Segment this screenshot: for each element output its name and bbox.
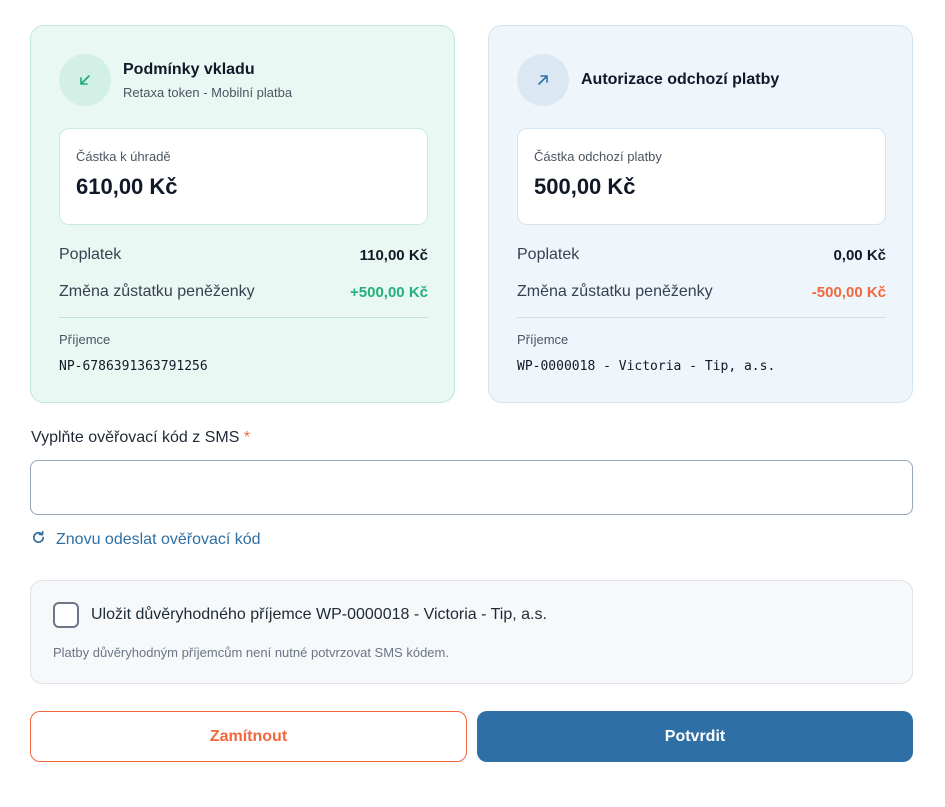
outgoing-recipient-value: WP-0000018 - Victoria - Tip, a.s. <box>517 359 776 374</box>
trusted-recipient-hint: Platby důvěryhodným příjemcům není nutné… <box>53 645 449 660</box>
outgoing-amount-label: Částka odchozí platby <box>534 149 662 164</box>
arrow-down-left-icon <box>59 54 111 106</box>
outgoing-payment-card: Autorizace odchozí platby Částka odchozí… <box>488 25 913 403</box>
deposit-amount-value: 610,00 Kč <box>76 174 178 199</box>
deposit-divider <box>59 317 428 318</box>
deposit-fee-label: Poplatek <box>59 246 122 263</box>
deposit-amount-box: Částka k úhradě 610,00 Kč <box>59 128 428 225</box>
sms-code-label-text: Vyplňte ověřovací kód z SMS <box>31 429 240 446</box>
sms-code-input[interactable] <box>30 460 913 515</box>
deposit-balance-label: Změna zůstatku peněženky <box>59 283 255 300</box>
deposit-amount-label: Částka k úhradě <box>76 149 171 164</box>
outgoing-card-title: Autorizace odchozí platby <box>581 71 780 88</box>
deposit-fee-value: 110,00 Kč <box>359 246 428 264</box>
deposit-fee-row: Poplatek 110,00 Kč <box>59 246 428 264</box>
trusted-recipient-panel: Uložit důvěryhodného příjemce WP-0000018… <box>30 580 913 684</box>
arrow-up-right-icon <box>517 54 569 106</box>
deposit-card-title: Podmínky vkladu <box>123 60 255 78</box>
refresh-icon <box>31 530 46 550</box>
trusted-recipient-label[interactable]: Uložit důvěryhodného příjemce WP-0000018… <box>91 606 547 624</box>
deposit-recipient-value: NP-6786391363791256 <box>59 359 208 374</box>
outgoing-card-header: Autorizace odchozí platby <box>517 54 779 106</box>
outgoing-fee-value: 0,00 Kč <box>833 246 886 264</box>
trusted-recipient-checkbox[interactable] <box>53 602 79 628</box>
outgoing-fee-row: Poplatek 0,00 Kč <box>517 246 886 264</box>
deposit-recipient-label: Příjemce <box>59 332 111 347</box>
deposit-conditions-card: Podmínky vkladu Retaxa token - Mobilní p… <box>30 25 455 403</box>
outgoing-balance-row: Změna zůstatku peněženky -500,00 Kč <box>517 283 886 301</box>
confirm-button[interactable]: Potvrdit <box>477 711 913 762</box>
outgoing-divider <box>517 317 886 318</box>
outgoing-amount-value: 500,00 Kč <box>534 174 636 199</box>
outgoing-recipient-label: Příjemce <box>517 332 569 347</box>
deposit-balance-value: +500,00 Kč <box>350 283 428 301</box>
reject-button[interactable]: Zamítnout <box>30 711 467 762</box>
outgoing-amount-box: Částka odchozí platby 500,00 Kč <box>517 128 886 225</box>
deposit-card-header: Podmínky vkladu Retaxa token - Mobilní p… <box>59 54 292 106</box>
resend-code-link[interactable]: Znovu odeslat ověřovací kód <box>31 530 261 550</box>
deposit-card-subtitle: Retaxa token - Mobilní platba <box>123 84 293 100</box>
outgoing-balance-value: -500,00 Kč <box>811 283 886 301</box>
outgoing-fee-label: Poplatek <box>517 246 580 263</box>
deposit-balance-row: Změna zůstatku peněženky +500,00 Kč <box>59 283 428 301</box>
required-mark: * <box>243 429 251 446</box>
outgoing-balance-label: Změna zůstatku peněženky <box>517 283 713 300</box>
sms-code-label: Vyplňte ověřovací kód z SMS * <box>31 429 250 447</box>
resend-code-label: Znovu odeslat ověřovací kód <box>56 531 261 548</box>
